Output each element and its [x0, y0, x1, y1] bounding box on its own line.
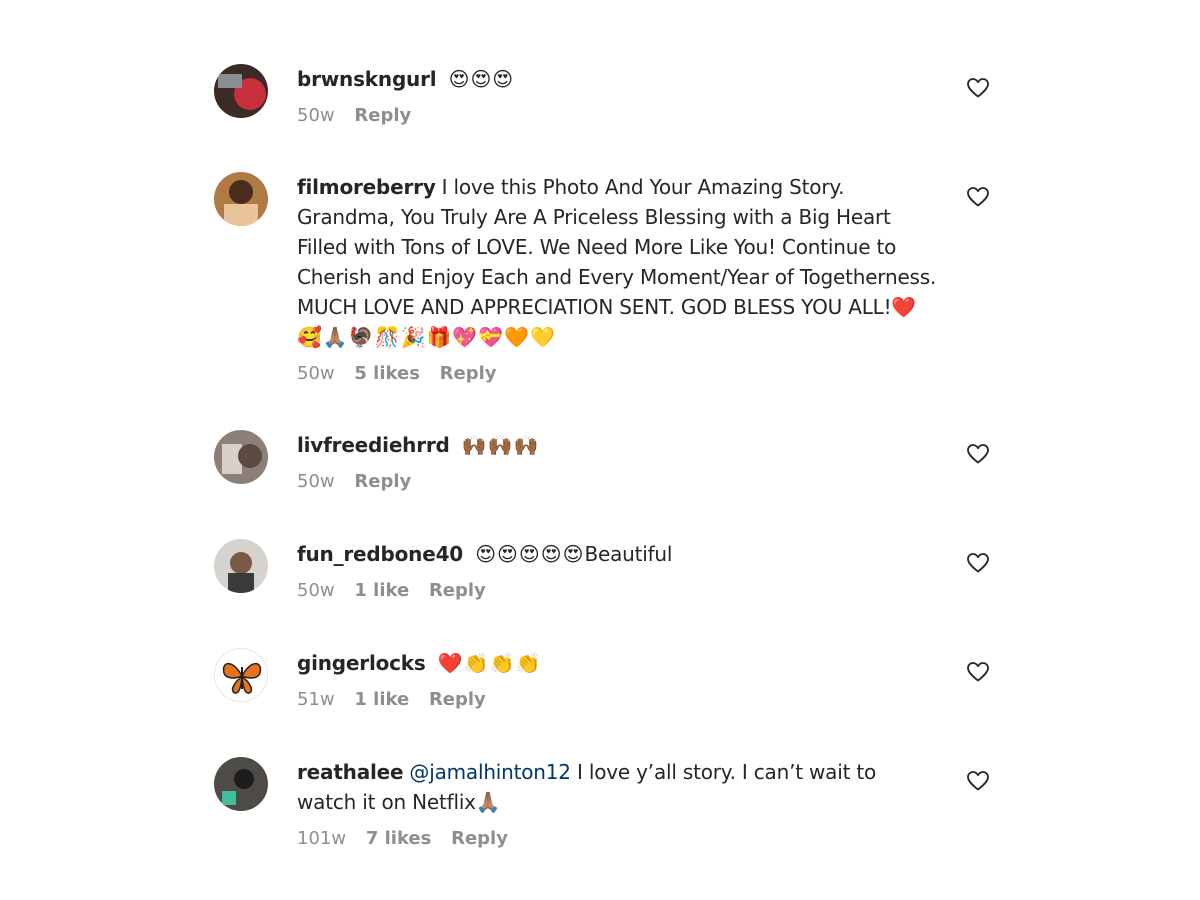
heart-outline-icon[interactable] [966, 185, 990, 209]
heart-outline-icon[interactable] [966, 660, 990, 684]
comment-timestamp[interactable]: 50w [297, 471, 335, 492]
comment-text: filmoreberry I love this Photo And Your A… [297, 172, 937, 352]
comment-username[interactable]: livfreediehrrd [297, 433, 450, 457]
user-avatar[interactable] [214, 757, 268, 811]
avatar-image [214, 430, 268, 484]
comment-username[interactable]: fun_redbone40 [297, 542, 463, 566]
reply-button[interactable]: Reply [354, 105, 411, 126]
user-avatar[interactable] [214, 430, 268, 484]
user-avatar[interactable] [214, 539, 268, 593]
reply-button[interactable]: Reply [451, 828, 508, 849]
heart-outline-icon[interactable] [966, 442, 990, 466]
comment-emojis: 😍😍😍😍😍 [475, 542, 585, 566]
likes-count[interactable]: 1 like [354, 689, 409, 710]
avatar-image [214, 64, 268, 118]
butterfly-icon [215, 649, 267, 701]
comment-meta: 51w 1 like Reply [297, 688, 937, 712]
comment-emojis: 🙏🏽 [475, 790, 502, 814]
comment-meta: 50w 5 likes Reply [297, 362, 937, 386]
heart-outline-icon[interactable] [966, 76, 990, 100]
comment-emojis: 😍😍😍 [448, 67, 515, 91]
user-avatar[interactable] [214, 64, 268, 118]
comment-username[interactable]: brwnskngurl [297, 67, 437, 91]
comment-timestamp[interactable]: 50w [297, 363, 335, 384]
comment-text: reathalee @jamalhinton12 I love y’all sto… [297, 757, 937, 817]
comment-body: Beautiful [584, 542, 673, 566]
comment-meta: 50w Reply [297, 104, 937, 128]
comment-username[interactable]: reathalee [297, 760, 404, 784]
comment-text: fun_redbone40 😍😍😍😍😍Beautiful [297, 539, 937, 569]
avatar-image [214, 539, 268, 593]
comment-username[interactable]: gingerlocks [297, 651, 426, 675]
comment-timestamp[interactable]: 101w [297, 828, 346, 849]
reply-button[interactable]: Reply [440, 363, 497, 384]
reply-button[interactable]: Reply [429, 580, 486, 601]
user-avatar[interactable] [214, 172, 268, 226]
comment-timestamp[interactable]: 50w [297, 580, 335, 601]
comment-emojis: ❤️👏👏👏 [437, 651, 542, 675]
comment-meta: 101w 7 likes Reply [297, 827, 937, 851]
comment-text: brwnskngurl 😍😍😍 [297, 64, 937, 94]
comment-username[interactable]: filmoreberry [297, 175, 436, 199]
comment-text: livfreediehrrd 🙌🏾🙌🏾🙌🏾 [297, 430, 937, 460]
comment-emojis: 🙌🏾🙌🏾🙌🏾 [461, 433, 540, 457]
reply-button[interactable]: Reply [429, 689, 486, 710]
heart-outline-icon[interactable] [966, 769, 990, 793]
reply-button[interactable]: Reply [354, 471, 411, 492]
comment-text: gingerlocks ❤️👏👏👏 [297, 648, 937, 678]
avatar-image [214, 172, 268, 226]
comment-meta: 50w 1 like Reply [297, 579, 937, 603]
likes-count[interactable]: 1 like [354, 580, 409, 601]
butterfly-avatar[interactable] [214, 648, 268, 702]
likes-count[interactable]: 7 likes [366, 828, 432, 849]
mention-link[interactable]: @jamalhinton12 [409, 760, 571, 784]
comment-meta: 50w Reply [297, 470, 937, 494]
likes-count[interactable]: 5 likes [354, 363, 420, 384]
avatar-image [214, 757, 268, 811]
comment-timestamp[interactable]: 50w [297, 105, 335, 126]
comment-timestamp[interactable]: 51w [297, 689, 335, 710]
heart-outline-icon[interactable] [966, 551, 990, 575]
